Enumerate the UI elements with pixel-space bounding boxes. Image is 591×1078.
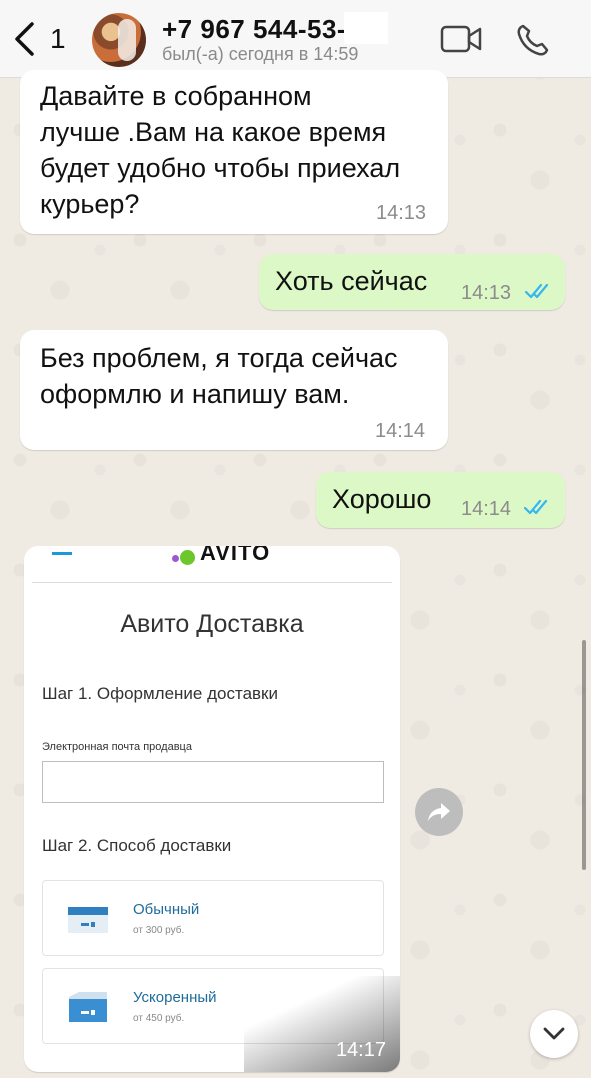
avito-logo-dot-icon	[180, 550, 195, 565]
image-message[interactable]: AVITO Авито Доставка Шаг 1. Оформление д…	[24, 546, 400, 1072]
chevron-down-icon	[543, 1027, 565, 1040]
message-text: Хоть сейчас	[275, 266, 428, 296]
message-time: 14:17	[335, 1039, 386, 1061]
avito-logo-dot-icon	[172, 555, 179, 562]
delivery-option-price: от 450 руб.	[133, 1013, 185, 1024]
back-button[interactable]: 1	[12, 18, 82, 60]
contact-name[interactable]: +7 967 544-53-	[162, 14, 346, 45]
message-time: 14:13	[376, 202, 427, 224]
chevron-left-icon	[15, 22, 34, 56]
avito-header: AVITO	[32, 546, 392, 583]
delivery-option-name: Обычный	[133, 901, 200, 918]
voice-call-button[interactable]	[515, 22, 551, 58]
video-camera-icon	[440, 25, 482, 53]
delivery-page-title: Авито Доставка	[120, 610, 304, 638]
message-bubble-incoming[interactable]: Без проблем, я тогда сейчас оформлю и на…	[20, 330, 448, 450]
redaction-mask	[344, 12, 388, 44]
delivery-option-price: от 300 руб.	[133, 925, 185, 936]
forward-arrow-icon	[428, 803, 450, 821]
message-time: 14:13	[461, 282, 512, 304]
delivery-option-standard: Обычный от 300 руб.	[42, 880, 384, 956]
seller-email-label: Электронная почта продавца	[42, 741, 192, 753]
menu-icon	[52, 552, 72, 555]
delivery-box-icon	[69, 992, 107, 1022]
scrollbar[interactable]	[582, 640, 586, 870]
avito-logo: AVITO	[200, 546, 271, 565]
message-bubble-incoming[interactable]: Давайте в собранном лучше .Вам на какое …	[20, 70, 448, 234]
chat-header: 1 +7 967 544-53- был(-а) сегодня в 14:59	[0, 0, 591, 78]
avatar[interactable]	[92, 13, 146, 67]
unread-count: 1	[50, 23, 66, 54]
delivery-option-name: Ускоренный	[133, 989, 217, 1006]
message-time: 14:14	[461, 498, 512, 520]
step-1-heading: Шаг 1. Оформление доставки	[42, 684, 278, 703]
step-2-heading: Шаг 2. Способ доставки	[42, 836, 232, 855]
message-text: Без проблем, я тогда сейчас оформлю и на…	[40, 343, 398, 409]
seller-email-field	[42, 761, 384, 803]
message-time: 14:14	[375, 420, 426, 442]
forward-button[interactable]	[415, 788, 463, 836]
double-check-icon	[524, 283, 549, 299]
double-check-icon	[523, 499, 548, 515]
phone-icon	[517, 24, 549, 56]
scroll-to-bottom-button[interactable]	[530, 1010, 578, 1058]
video-call-button[interactable]	[440, 24, 482, 54]
message-bubble-outgoing[interactable]: Хоть сейчас 14:13	[259, 254, 565, 310]
delivery-box-icon	[68, 907, 108, 933]
message-text: Давайте в собранном лучше .Вам на какое …	[40, 81, 401, 219]
message-bubble-outgoing[interactable]: Хорошо 14:14	[316, 472, 565, 528]
last-seen-status: был(-а) сегодня в 14:59	[162, 44, 359, 64]
message-text: Хорошо	[332, 484, 432, 514]
